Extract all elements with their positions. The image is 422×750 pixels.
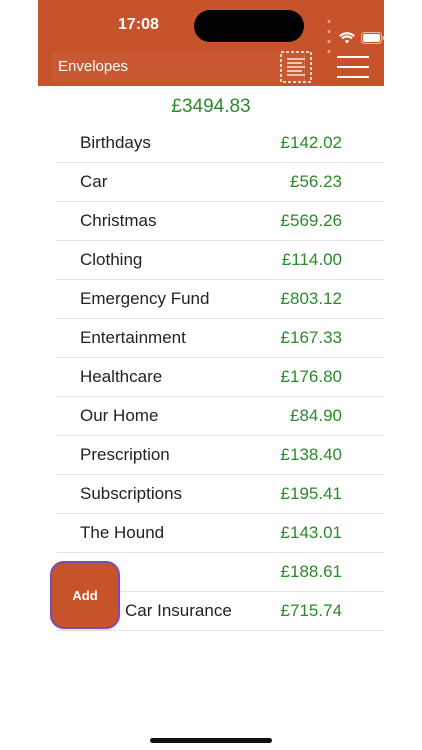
envelope-name: The Hound [80, 523, 165, 542]
envelope-row[interactable]: Birthdays £142.02 [56, 124, 384, 163]
envelope-amount: £167.33 [280, 328, 342, 347]
envelope-name: Emergency Fund [80, 289, 210, 308]
envelope-amount: £114.00 [281, 250, 342, 269]
envelope-amount: £195.41 [280, 484, 342, 503]
envelope-row[interactable]: Car £56.23 [56, 163, 384, 202]
envelope-amount: £56.23 [290, 172, 342, 191]
add-button[interactable]: Add [50, 561, 120, 629]
envelope-row[interactable]: Christmas £569.26 [56, 202, 384, 241]
envelope-amount: £176.80 [280, 367, 342, 386]
envelope-list: Birthdays £142.02 Car £56.23 Christmas £… [56, 124, 384, 631]
envelope-row[interactable]: Entertainment £167.33 [56, 319, 384, 358]
dynamic-island [194, 10, 304, 42]
envelope-name: Christmas [80, 211, 157, 230]
wifi-icon [338, 32, 355, 44]
envelope-name: Entertainment [80, 328, 186, 347]
home-indicator[interactable] [150, 738, 272, 743]
envelope-row[interactable]: Prescription £138.40 [56, 436, 384, 475]
envelopes-screen: 17:08 • • • • Envelopes £3494.83 Birthda… [0, 0, 422, 750]
envelope-row[interactable]: Our Home £84.90 [56, 397, 384, 436]
envelope-name: Prescription [80, 445, 170, 464]
envelope-name: Car [80, 172, 108, 191]
envelope-amount: £84.90 [290, 406, 342, 425]
envelope-amount: £143.01 [280, 523, 342, 542]
envelope-row[interactable]: Emergency Fund £803.12 [56, 280, 384, 319]
title-box: Envelopes [52, 52, 305, 82]
envelope-amount: £803.12 [280, 289, 342, 308]
envelope-name: Subscriptions [80, 484, 183, 503]
envelope-name: Our Home [80, 406, 159, 425]
envelope-amount: £715.74 [280, 601, 342, 620]
envelope-amount: £188.61 [280, 562, 342, 581]
envelope-name: Car Insurance [125, 601, 232, 620]
total-balance: £3494.83 [171, 96, 251, 117]
envelope-row[interactable]: Healthcare £176.80 [56, 358, 384, 397]
envelope-name: Clothing [80, 250, 143, 269]
envelope-amount: £569.26 [280, 211, 342, 230]
envelope-name: Healthcare [80, 367, 163, 386]
envelope-row[interactable]: The Hound £143.01 [56, 514, 384, 553]
document-icon[interactable] [280, 51, 312, 83]
status-time: 17:08 [118, 16, 159, 33]
title-bar: Envelopes [38, 48, 384, 86]
envelope-amount: £138.40 [280, 445, 342, 464]
envelope-row[interactable]: Subscriptions £195.41 [56, 475, 384, 514]
envelope-amount: £142.02 [280, 133, 342, 152]
battery-icon [360, 32, 385, 44]
page-title: Envelopes [58, 58, 129, 75]
menu-icon[interactable] [336, 53, 370, 81]
envelope-name: Birthdays [80, 133, 151, 152]
envelope-row[interactable]: Clothing £114.00 [56, 241, 384, 280]
